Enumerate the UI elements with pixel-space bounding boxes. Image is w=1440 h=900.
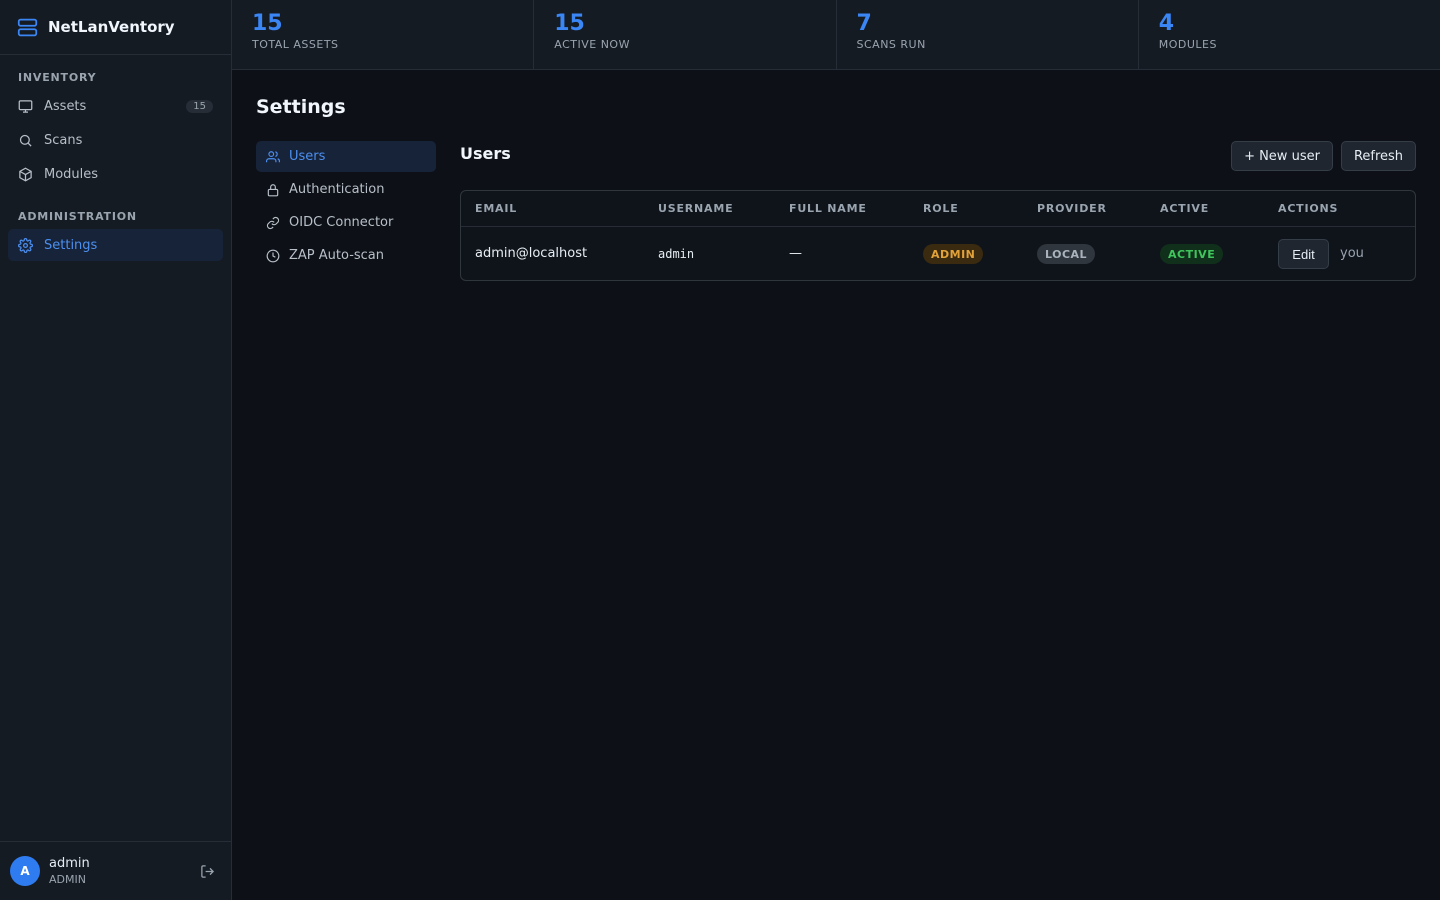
sidebar-item-modules[interactable]: Modules xyxy=(8,158,223,190)
lock-icon xyxy=(267,183,279,196)
stat-value: 4 xyxy=(1158,11,1175,36)
table-header: EMAIL USERNAME FULL NAME ROLE PROVIDER A… xyxy=(461,191,1415,227)
stat-total-assets: 15 TOTAL ASSETS xyxy=(232,0,535,69)
sidebar-item-label: Settings xyxy=(44,237,98,253)
user-name: admin xyxy=(49,856,90,871)
section-administration: ADMINISTRATION xyxy=(18,210,137,223)
stat-modules: 4 MODULES xyxy=(1139,0,1440,69)
app-name: NetLanVentory xyxy=(48,18,175,36)
user-panel: A admin ADMIN xyxy=(0,841,231,900)
new-user-button[interactable]: + New user xyxy=(1231,141,1333,171)
stat-value: 7 xyxy=(856,11,872,36)
column-header[interactable]: ROLE xyxy=(923,202,959,215)
users-icon xyxy=(266,150,280,162)
stat-label: TOTAL ASSETS xyxy=(252,38,339,51)
stat-value: 15 xyxy=(252,11,283,36)
edit-button[interactable]: Edit xyxy=(1278,239,1329,269)
section-inventory: INVENTORY xyxy=(18,71,97,84)
brand[interactable]: NetLanVentory xyxy=(0,0,231,55)
link-icon xyxy=(266,216,280,229)
sidebar-item-scans[interactable]: Scans xyxy=(8,124,223,156)
section-title: Users xyxy=(460,144,511,163)
user-email: admin@localhost xyxy=(475,246,588,261)
sidebar-item-label: Scans xyxy=(44,132,83,148)
sidebar-item-assets[interactable]: Assets 15 xyxy=(8,90,223,122)
stat-label: SCANS RUN xyxy=(856,38,926,51)
sidebar: NetLanVentory INVENTORY Assets 15 Scans … xyxy=(0,0,232,900)
stats-bar: 15 TOTAL ASSETS 15 ACTIVE NOW 7 SCANS RU… xyxy=(232,0,1440,70)
status-badge: ACTIVE xyxy=(1160,244,1224,264)
server-icon xyxy=(17,18,38,36)
table-row[interactable]: admin@localhost admin — ADMIN LOCAL ACTI… xyxy=(461,227,1415,280)
stat-value: 15 xyxy=(554,11,585,36)
users-table: EMAIL USERNAME FULL NAME ROLE PROVIDER A… xyxy=(460,190,1416,281)
stat-active-now: 15 ACTIVE NOW xyxy=(534,0,837,69)
stat-label: MODULES xyxy=(1158,38,1217,51)
provider-badge: LOCAL xyxy=(1037,244,1096,264)
settings-nav-users[interactable]: Users xyxy=(256,141,436,172)
settings-nav-label: ZAP Auto-scan xyxy=(289,248,385,263)
count-badge: 15 xyxy=(186,99,213,113)
user-role: ADMIN xyxy=(49,873,86,886)
user-username: admin xyxy=(658,247,695,261)
search-icon xyxy=(19,134,32,147)
page-title: Settings xyxy=(256,96,346,118)
sidebar-item-settings[interactable]: Settings xyxy=(8,229,223,261)
settings-nav-zap-auto-scan[interactable]: ZAP Auto-scan xyxy=(256,240,436,271)
settings-nav-label: Authentication xyxy=(289,182,385,197)
monitor-icon xyxy=(18,99,33,113)
current-user-note: you xyxy=(1340,246,1364,261)
column-header[interactable]: FULL NAME xyxy=(789,202,867,215)
column-header[interactable]: USERNAME xyxy=(658,202,733,215)
settings-nav-oidc-connector[interactable]: OIDC Connector xyxy=(256,207,436,238)
gear-icon xyxy=(18,237,33,253)
sidebar-item-label: Modules xyxy=(44,166,99,182)
column-header[interactable]: PROVIDER xyxy=(1037,202,1107,215)
stat-label: ACTIVE NOW xyxy=(554,38,630,51)
role-badge: ADMIN xyxy=(923,244,984,264)
sidebar-item-label: Assets xyxy=(44,98,87,114)
settings-nav-authentication[interactable]: Authentication xyxy=(256,174,436,205)
settings-nav-label: OIDC Connector xyxy=(289,215,394,230)
avatar[interactable]: A xyxy=(10,856,40,886)
column-header: ACTIONS xyxy=(1278,202,1339,215)
refresh-button[interactable]: Refresh xyxy=(1341,141,1416,171)
cube-icon xyxy=(19,167,32,181)
column-header[interactable]: EMAIL xyxy=(475,202,517,215)
clock-icon xyxy=(266,249,280,262)
stat-scans-run: 7 SCANS RUN xyxy=(837,0,1139,69)
settings-nav-label: Users xyxy=(289,149,326,164)
column-header[interactable]: ACTIVE xyxy=(1160,202,1209,215)
logout-icon[interactable] xyxy=(200,864,215,879)
user-full-name: — xyxy=(789,246,802,261)
